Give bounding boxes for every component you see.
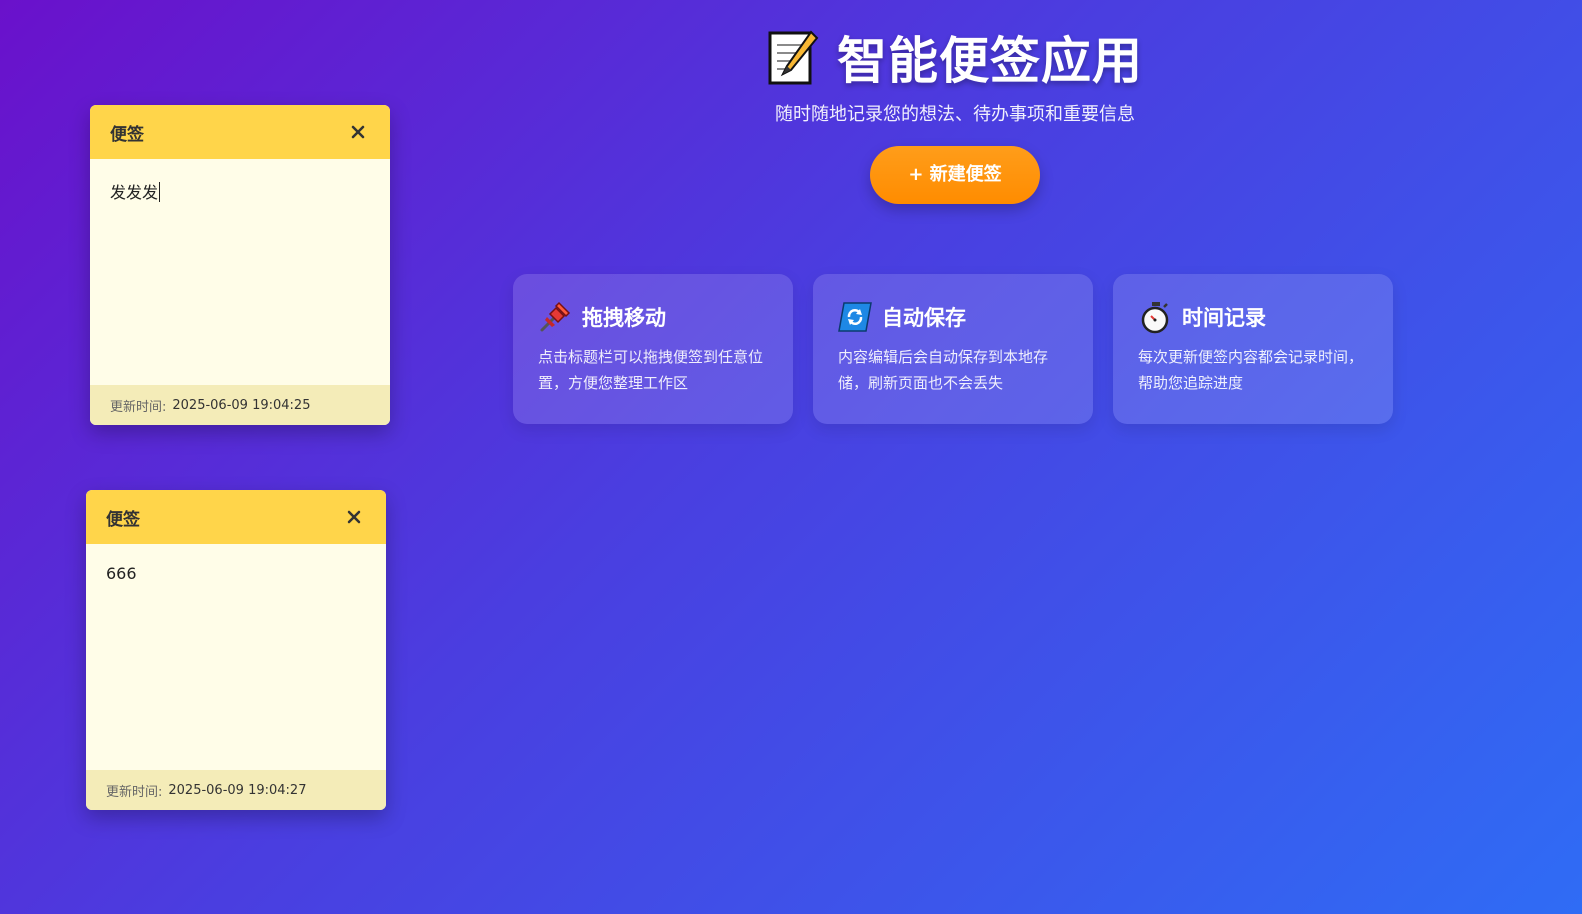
updated-label: 更新时间: xyxy=(106,784,163,800)
note-content-editor[interactable]: 666 xyxy=(86,544,386,770)
refresh-icon xyxy=(838,300,872,334)
feature-list: 拖拽移动 点击标题栏可以拖拽便签到任意位置，方便您整理工作区 自动保存 内容编辑… xyxy=(513,274,1393,424)
close-icon[interactable] xyxy=(348,122,368,142)
feature-card-timestamp: 时间记录 每次更新便签内容都会记录时间，帮助您追踪进度 xyxy=(1113,274,1393,424)
feature-title: 时间记录 xyxy=(1182,306,1266,330)
text-caret xyxy=(159,182,161,202)
feature-desc: 点击标题栏可以拖拽便签到任意位置，方便您整理工作区 xyxy=(538,348,764,392)
updated-time: 2025-06-09 19:04:27 xyxy=(168,782,307,798)
note-drag-handle[interactable]: 便签 xyxy=(86,490,386,544)
note-footer: 更新时间: 2025-06-09 19:04:27 xyxy=(86,770,386,810)
page-title: 智能便签应用 xyxy=(837,32,1143,90)
feature-title: 自动保存 xyxy=(882,306,966,330)
stopwatch-icon xyxy=(1138,300,1172,334)
memo-icon xyxy=(767,28,819,86)
note-drag-handle[interactable]: 便签 xyxy=(90,105,390,159)
updated-label: 更新时间: xyxy=(110,399,167,415)
new-note-button[interactable]: + 新建便签 xyxy=(870,146,1040,204)
note-title: 便签 xyxy=(110,124,144,145)
feature-card-drag: 拖拽移动 点击标题栏可以拖拽便签到任意位置，方便您整理工作区 xyxy=(513,274,793,424)
sticky-note: 便签 发发发 更新时间: 2025-06-09 19:04:25 xyxy=(90,105,390,425)
feature-desc: 内容编辑后会自动保存到本地存储，刷新页面也不会丢失 xyxy=(838,348,1049,392)
app-header: 智能便签应用 随时随地记录您的想法、待办事项和重要信息 + 新建便签 xyxy=(520,22,1390,204)
note-footer: 更新时间: 2025-06-09 19:04:25 xyxy=(90,385,390,425)
feature-title: 拖拽移动 xyxy=(582,306,666,330)
close-icon[interactable] xyxy=(344,507,364,527)
note-content: 发发发 xyxy=(110,183,159,202)
feature-desc: 每次更新便签内容都会记录时间，帮助您追踪进度 xyxy=(1138,348,1364,392)
pushpin-icon xyxy=(538,300,572,334)
app-title: 智能便签应用 xyxy=(520,22,1390,92)
note-content: 666 xyxy=(106,564,137,583)
note-title: 便签 xyxy=(106,509,140,530)
sticky-note: 便签 666 更新时间: 2025-06-09 19:04:27 xyxy=(86,490,386,810)
feature-card-autosave: 自动保存 内容编辑后会自动保存到本地存储，刷新页面也不会丢失 xyxy=(813,274,1093,424)
page-subtitle: 随时随地记录您的想法、待办事项和重要信息 xyxy=(775,104,1135,125)
updated-time: 2025-06-09 19:04:25 xyxy=(172,397,311,413)
note-content-editor[interactable]: 发发发 xyxy=(90,159,390,385)
